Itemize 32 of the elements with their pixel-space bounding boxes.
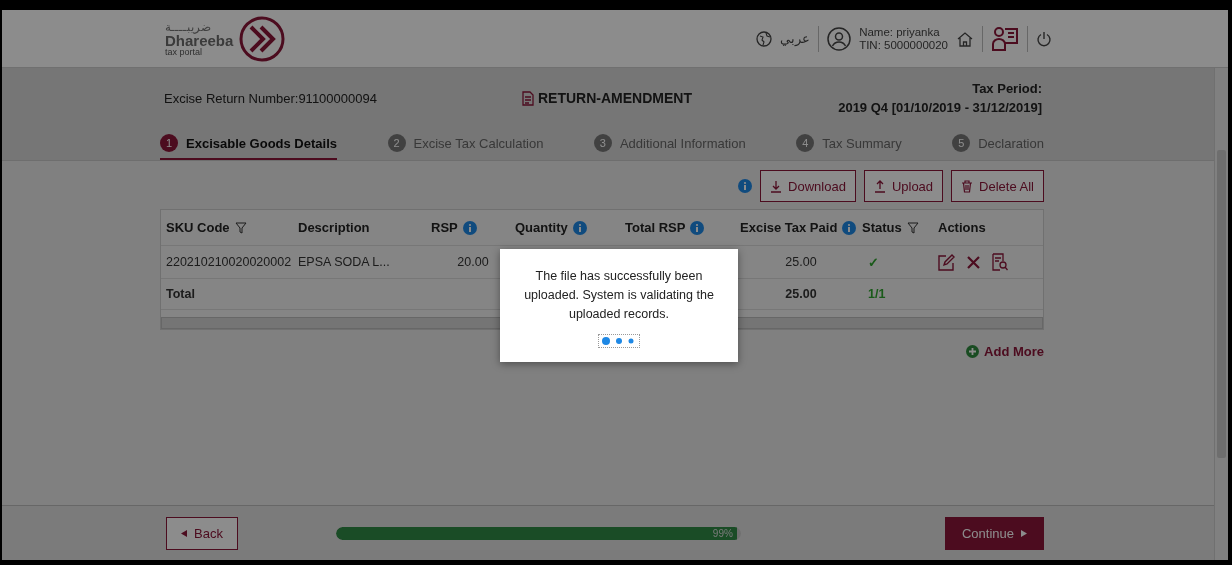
step-number: 5: [952, 134, 971, 152]
upload-status-message: The file has successfully been uploaded. System is validating the uploaded records.: [523, 268, 715, 323]
step-number: 1: [160, 134, 178, 152]
table-cell: 20.00: [457, 255, 489, 269]
user-name: Name: priyanka: [859, 25, 941, 39]
logo-arabic-text: ضريبــــة: [165, 20, 211, 33]
column-header: SKU Code: [166, 220, 230, 235]
status-count: 1/1: [868, 287, 886, 301]
table-cell: 25.00: [785, 287, 817, 301]
table-cell: 220210210020020002: [166, 255, 292, 269]
column-header: Actions: [938, 220, 986, 235]
step-number: 4: [796, 134, 815, 152]
logo-name: Dhareeba: [165, 32, 234, 48]
column-header: Status: [862, 220, 902, 235]
return-type: RETURN-AMENDMENT: [537, 90, 692, 106]
return-number: Excise Return Number:91100000094: [164, 90, 377, 106]
column-header: Excise Tax Paid: [740, 220, 838, 235]
logo-tagline: tax portal: [165, 47, 204, 57]
column-header: Quantity: [515, 220, 568, 235]
user-tin: TIN: 5000000020: [859, 38, 948, 52]
step-number: 3: [593, 134, 612, 152]
status-check: ✓: [868, 254, 879, 270]
tax-period-label: Tax Period:: [972, 79, 1042, 98]
column-header: RSP: [431, 220, 458, 235]
column-header: Total RSP: [625, 220, 686, 235]
tax-period: 2019 Q4 [01/10/2019 - 31/12/2019]: [838, 99, 1042, 117]
table-cell: 25.00: [785, 255, 817, 269]
column-header: Description: [298, 220, 370, 235]
table-cell: EPSA SODA L...: [298, 255, 390, 269]
total-label: Total: [166, 287, 195, 301]
step-number: 2: [387, 134, 406, 152]
progress-label: 99%: [712, 527, 733, 539]
